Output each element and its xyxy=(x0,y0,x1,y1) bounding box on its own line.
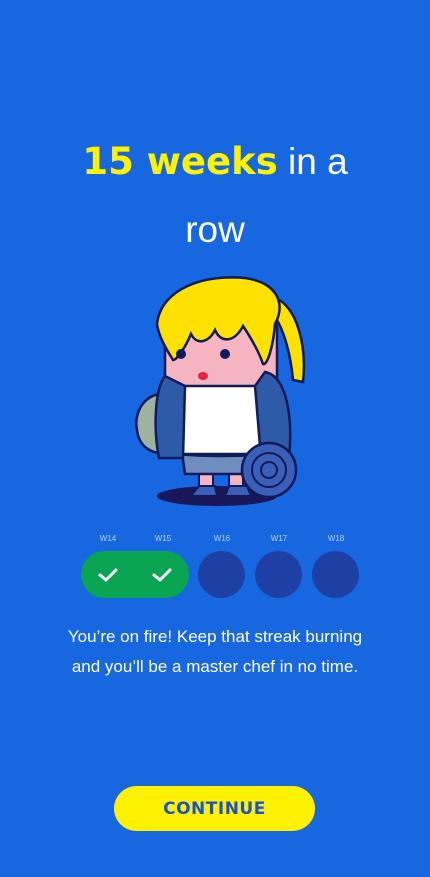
week-labels: W14 W15 W16 W17 W18 xyxy=(0,534,430,546)
checkmark-icon xyxy=(81,551,135,598)
headline-line-1: 15 weeks in a xyxy=(0,128,430,196)
headline-highlight: 15 weeks xyxy=(82,140,278,183)
week-label: W18 xyxy=(327,534,345,543)
checkmark-icon xyxy=(135,551,189,598)
message-line-1: You’re on fire! Keep that streak burning xyxy=(67,627,363,646)
week-label: W14 xyxy=(99,534,117,543)
streak-tracker xyxy=(0,551,430,599)
completed-streak-pill xyxy=(81,551,189,598)
week-dot-empty xyxy=(198,551,245,598)
encouragement-message: You’re on fire! Keep that streak burning… xyxy=(30,622,400,682)
week-label: W16 xyxy=(213,534,231,543)
week-dot-empty xyxy=(312,551,359,598)
message-line-2: and you’ll be a master chef in no time. xyxy=(71,657,359,676)
continue-button[interactable]: CONTINUE xyxy=(114,786,315,831)
headline: 15 weeks in a row xyxy=(0,128,430,264)
headline-rest: in a xyxy=(277,141,348,182)
week-label: W17 xyxy=(270,534,288,543)
week-dot-empty xyxy=(255,551,302,598)
headline-line-2: row xyxy=(185,209,245,250)
character-illustration xyxy=(135,276,306,506)
week-label: W15 xyxy=(154,534,172,543)
